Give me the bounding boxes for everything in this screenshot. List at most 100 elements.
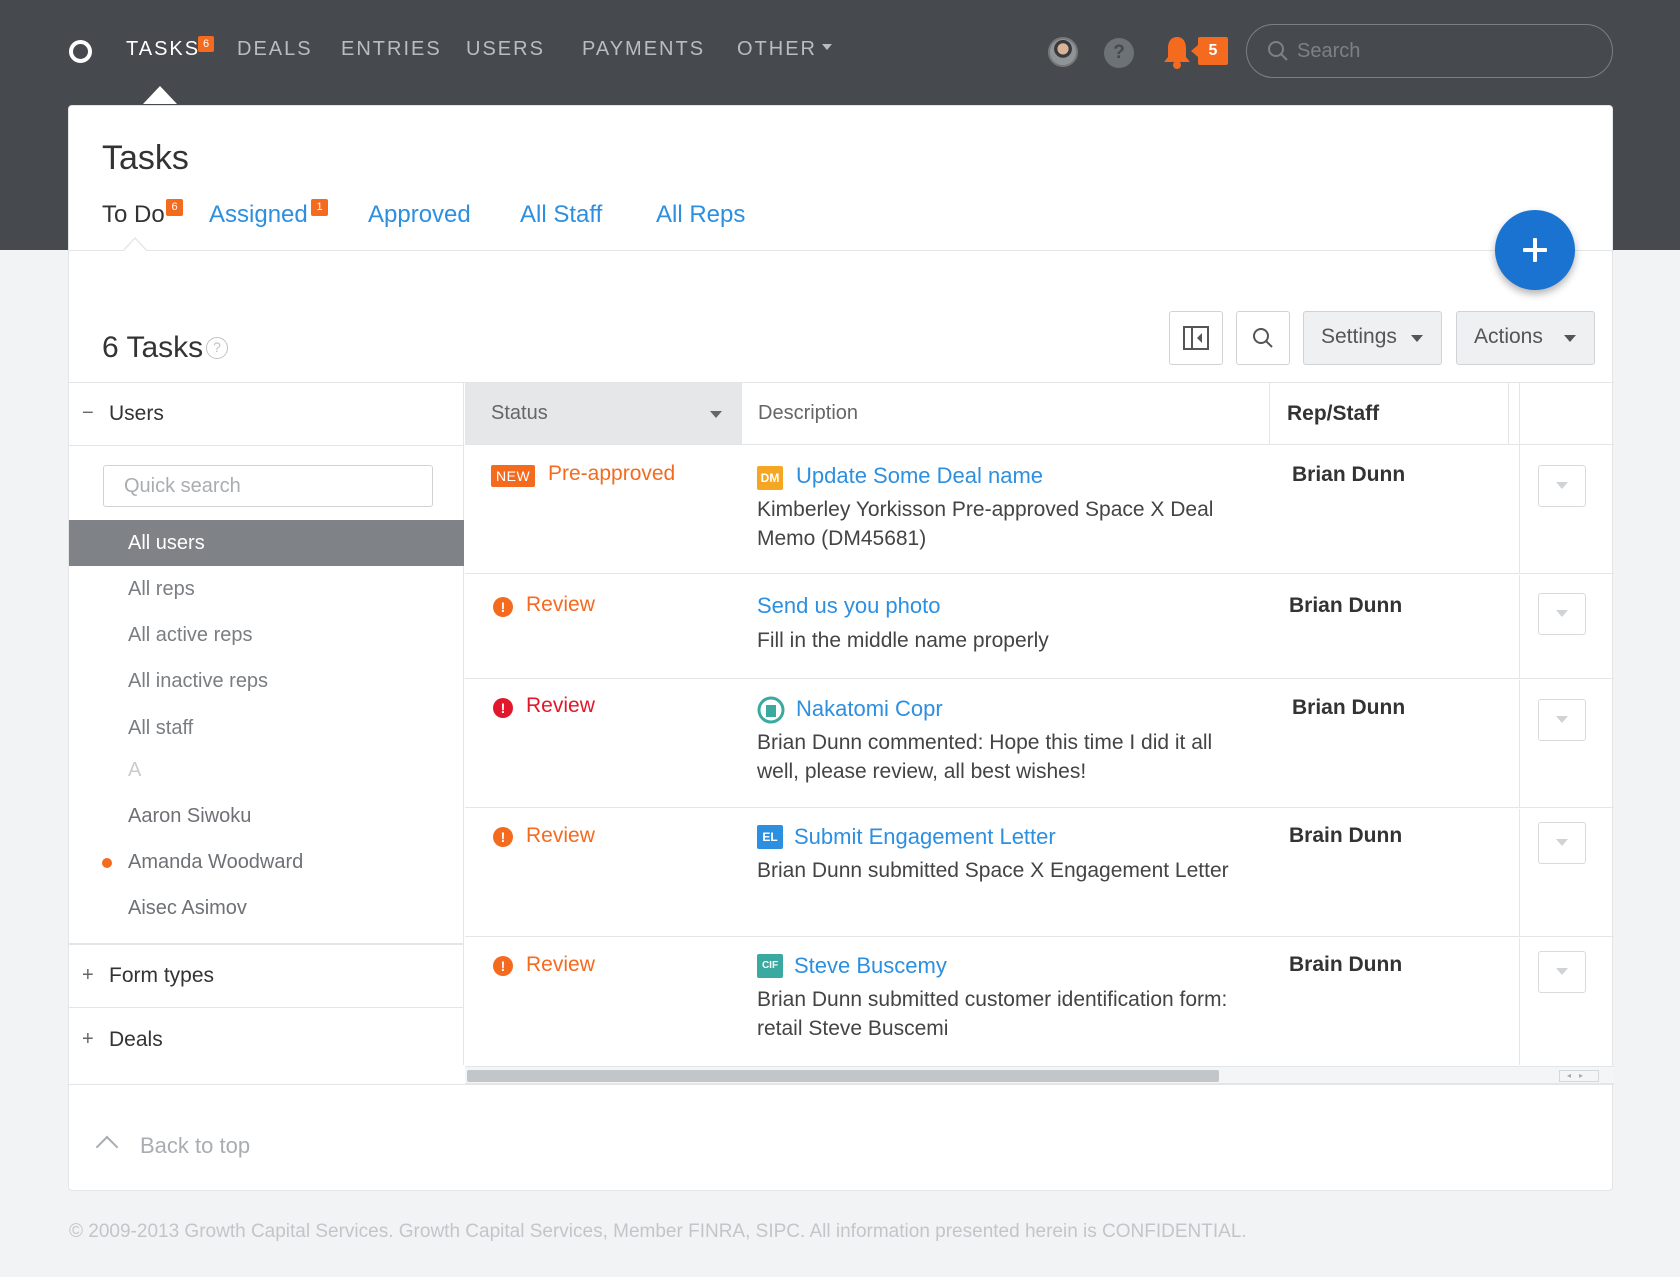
search-icon: [1253, 328, 1273, 348]
active-nav-pointer: [143, 86, 177, 104]
add-task-button[interactable]: [1495, 210, 1575, 290]
rep-name: Brian Dunn: [1289, 594, 1403, 617]
logo-icon[interactable]: [69, 40, 92, 63]
global-search[interactable]: [1246, 24, 1613, 78]
section-divider: [69, 1007, 464, 1008]
row-menu-button[interactable]: [1538, 951, 1586, 993]
user-filter-all-reps[interactable]: All reps: [69, 566, 464, 612]
sort-down-icon: [710, 411, 722, 418]
user-filter-all-inactive-reps[interactable]: All inactive reps: [69, 658, 464, 704]
table-search-button[interactable]: [1236, 311, 1290, 365]
deals-section-toggle[interactable]: + Deals: [69, 1009, 464, 1071]
help-icon[interactable]: ?: [206, 337, 228, 359]
tab-to-do-badge: 6: [166, 199, 183, 216]
task-title-link[interactable]: Send us you photo: [757, 593, 940, 619]
nav-item-users[interactable]: USERS: [466, 38, 545, 61]
user-filter-amanda-woodward[interactable]: Amanda Woodward: [69, 839, 464, 885]
tab-approved[interactable]: Approved: [368, 201, 471, 229]
task-description: Brian Dunn submitted Space X Engagement …: [757, 859, 1229, 882]
tasks-card: Tasks To Do 6 Assigned 1 Approved All St…: [68, 105, 1614, 1191]
tab-assigned-badge: 1: [311, 199, 328, 216]
nav-item-other[interactable]: OTHER: [737, 38, 832, 61]
actions-dropdown[interactable]: Actions: [1456, 311, 1595, 365]
task-title-link[interactable]: Update Some Deal name: [796, 463, 1043, 489]
form-types-label: Form types: [109, 964, 215, 987]
warning-icon: !: [493, 956, 513, 976]
user-filter-all-users[interactable]: All users: [69, 520, 464, 566]
status-label: Review: [526, 953, 595, 976]
tab-all-reps[interactable]: All Reps: [656, 201, 745, 229]
column-header-description[interactable]: Description: [741, 383, 1269, 444]
table-row[interactable]: ! Review Send us you photo Fill in the m…: [465, 575, 1614, 679]
user-filter-all-active-reps[interactable]: All active reps: [69, 612, 464, 658]
alert-icon: !: [493, 698, 513, 718]
search-input[interactable]: [1297, 37, 1587, 65]
tab-to-do[interactable]: To Do: [102, 201, 165, 229]
letter-divider: A: [128, 759, 142, 781]
table-row[interactable]: NEW Pre-approved DM Update Some Deal nam…: [465, 445, 1614, 574]
rep-name: Brain Dunn: [1289, 953, 1403, 976]
expand-icon: +: [82, 964, 94, 986]
chevron-down-icon: [1564, 335, 1576, 342]
column-divider: [1519, 809, 1520, 936]
sidebar-collapse-icon: [1183, 326, 1209, 350]
user-filter-all-staff[interactable]: All staff: [69, 705, 464, 751]
horizontal-scrollbar[interactable]: ◂▸: [465, 1066, 1614, 1084]
status-label: Review: [526, 824, 595, 847]
page-title: Tasks: [102, 139, 189, 177]
table-row[interactable]: ! Review Nakatomi Copr Brian Dunn commen…: [465, 680, 1614, 808]
bell-icon[interactable]: [1162, 34, 1192, 70]
copyright-footer: © 2009-2013 Growth Capital Services. Gro…: [69, 1221, 1247, 1242]
rep-name: Brain Dunn: [1289, 824, 1403, 847]
table-row[interactable]: ! Review EL Submit Engagement Letter Bri…: [465, 809, 1614, 937]
table-row[interactable]: ! Review CIF Steve Buscemy Brian Dunn su…: [465, 938, 1614, 1065]
toggle-panel-button[interactable]: [1169, 311, 1223, 365]
status-header-label: Status: [491, 402, 548, 424]
table-header: Status Description Rep/Staff: [465, 383, 1614, 445]
user-filter-aisec-asimov[interactable]: Aisec Asimov: [69, 885, 464, 931]
status-label: Review: [526, 593, 595, 616]
user-name: Amanda Woodward: [128, 851, 304, 873]
nav-item-entries[interactable]: ENTRIES: [341, 38, 442, 61]
row-menu-button[interactable]: [1538, 465, 1586, 507]
nav-item-tasks[interactable]: TASKS: [126, 38, 200, 61]
user-filter-aaron-siwoku[interactable]: Aaron Siwoku: [69, 793, 464, 839]
task-description: Brian Dunn submitted customer identifica…: [757, 988, 1228, 1040]
tab-all-staff[interactable]: All Staff: [520, 201, 602, 229]
quick-search-input[interactable]: [103, 465, 433, 507]
column-resize-handle[interactable]: [1508, 383, 1509, 444]
task-description: Brian Dunn commented: Hope this time I d…: [757, 731, 1213, 783]
user-avatar[interactable]: [1048, 37, 1078, 67]
row-menu-button[interactable]: [1538, 593, 1586, 635]
expand-icon: +: [82, 1028, 94, 1050]
nav-item-deals[interactable]: DEALS: [237, 38, 313, 61]
footer-divider: [69, 1084, 1614, 1085]
row-menu-button[interactable]: [1538, 699, 1586, 741]
scroll-arrows[interactable]: ◂▸: [1559, 1070, 1599, 1082]
settings-dropdown[interactable]: Settings: [1303, 311, 1442, 365]
column-header-rep-staff[interactable]: Rep/Staff: [1269, 383, 1519, 444]
deal-memo-icon: DM: [757, 466, 783, 490]
form-types-section-toggle[interactable]: + Form types: [69, 945, 464, 1007]
help-icon[interactable]: ?: [1104, 38, 1134, 68]
cif-form-icon: CIF: [757, 954, 783, 978]
nav-tasks-badge: 6: [198, 36, 214, 52]
active-tab-pointer: [122, 237, 148, 252]
top-navigation: TASKS 6 DEALS ENTRIES USERS PAYMENTS OTH…: [0, 0, 1680, 104]
column-header-status[interactable]: Status: [465, 383, 741, 444]
task-description: Kimberley Yorkisson Pre-approved Space X…: [757, 498, 1214, 550]
column-header-actions: [1519, 383, 1614, 444]
tab-assigned[interactable]: Assigned: [209, 201, 308, 229]
nav-other-label: OTHER: [737, 38, 817, 60]
row-menu-button[interactable]: [1538, 822, 1586, 864]
scrollbar-thumb[interactable]: [467, 1070, 1219, 1082]
task-title-link[interactable]: Submit Engagement Letter: [794, 824, 1056, 850]
new-badge: NEW: [491, 465, 536, 487]
task-title-link[interactable]: Nakatomi Copr: [796, 696, 943, 722]
column-divider: [1519, 445, 1520, 573]
notification-count-badge[interactable]: 5: [1191, 37, 1228, 65]
task-title-link[interactable]: Steve Buscemy: [794, 953, 947, 979]
users-section-toggle[interactable]: − Users: [69, 383, 464, 445]
chevron-up-icon: [95, 1135, 119, 1159]
nav-item-payments[interactable]: PAYMENTS: [582, 38, 705, 61]
